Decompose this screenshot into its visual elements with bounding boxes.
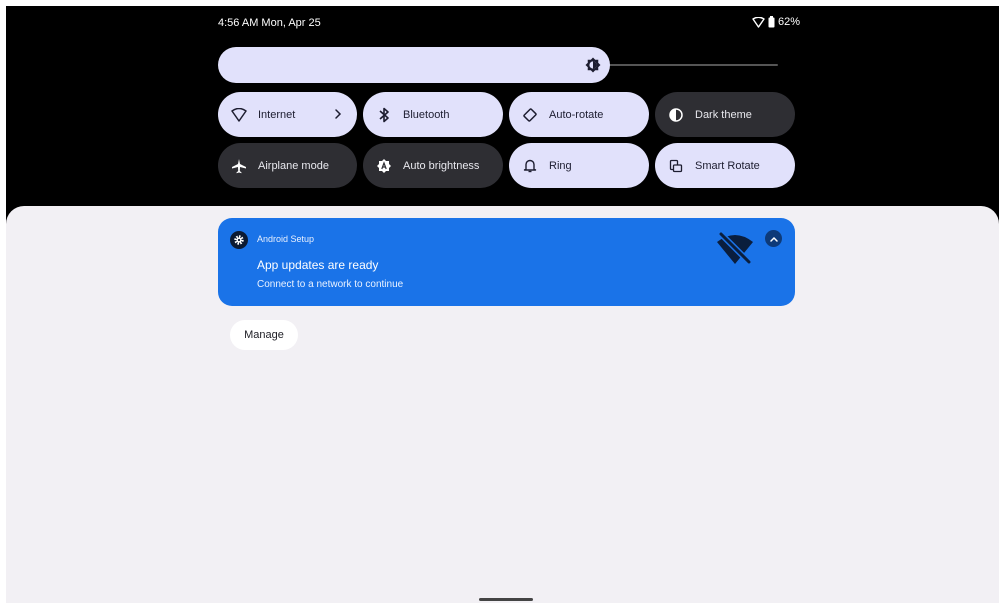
tile-dark-theme-label: Dark theme <box>695 108 752 121</box>
notification-card[interactable]: Android Setup App updates are ready Conn… <box>218 218 795 306</box>
tile-internet-label: Internet <box>258 108 296 121</box>
tile-airplane-mode[interactable]: Airplane mode <box>218 143 357 188</box>
manage-button[interactable]: Manage <box>230 320 298 350</box>
notification-app-name: Android Setup <box>257 234 315 244</box>
wifi-off-icon <box>715 231 755 266</box>
settings-gear-icon <box>230 231 248 249</box>
tile-auto-brightness-label: Auto brightness <box>403 159 480 172</box>
chevron-right-icon <box>331 105 345 123</box>
status-time: 4:56 AM Mon, Apr 25 <box>218 17 321 29</box>
wifi-status-icon <box>752 16 765 28</box>
battery-percent: 62% <box>777 16 800 28</box>
status-icons: 62% <box>752 16 800 28</box>
auto-brightness-icon <box>375 157 393 175</box>
battery-icon <box>768 16 775 28</box>
brightness-slider[interactable] <box>218 47 778 83</box>
tile-internet[interactable]: Internet <box>218 92 357 137</box>
tile-smart-rotate[interactable]: Smart Rotate <box>655 143 795 188</box>
tile-smart-rotate-label: Smart Rotate <box>695 159 760 172</box>
bell-icon <box>521 157 539 175</box>
wifi-icon <box>230 106 248 124</box>
brightness-track-line <box>598 64 778 66</box>
tile-auto-brightness[interactable]: Auto brightness <box>363 143 503 188</box>
tile-ring-label: Ring <box>549 159 572 172</box>
notification-text: Connect to a network to continue <box>257 279 404 290</box>
notification-title: App updates are ready <box>257 258 379 272</box>
brightness-slider-fill[interactable] <box>218 47 610 83</box>
auto-rotate-icon <box>521 106 539 124</box>
brightness-icon <box>584 56 602 74</box>
tile-auto-rotate-label: Auto-rotate <box>549 108 604 121</box>
airplane-icon <box>230 157 248 175</box>
bluetooth-icon <box>375 106 393 124</box>
home-indicator[interactable] <box>479 598 533 601</box>
chevron-up-icon[interactable] <box>765 230 782 247</box>
device-screen: 4:56 AM Mon, Apr 25 62% Internet Bluetoo… <box>6 6 999 603</box>
tile-bluetooth-label: Bluetooth <box>403 108 450 121</box>
tile-auto-rotate[interactable]: Auto-rotate <box>509 92 649 137</box>
dark-theme-icon <box>667 106 685 124</box>
smart-rotate-icon <box>667 157 685 175</box>
tile-bluetooth[interactable]: Bluetooth <box>363 92 503 137</box>
tile-airplane-mode-label: Airplane mode <box>258 159 329 172</box>
status-bar: 4:56 AM Mon, Apr 25 62% <box>218 14 800 32</box>
tile-ring[interactable]: Ring <box>509 143 649 188</box>
tile-dark-theme[interactable]: Dark theme <box>655 92 795 137</box>
